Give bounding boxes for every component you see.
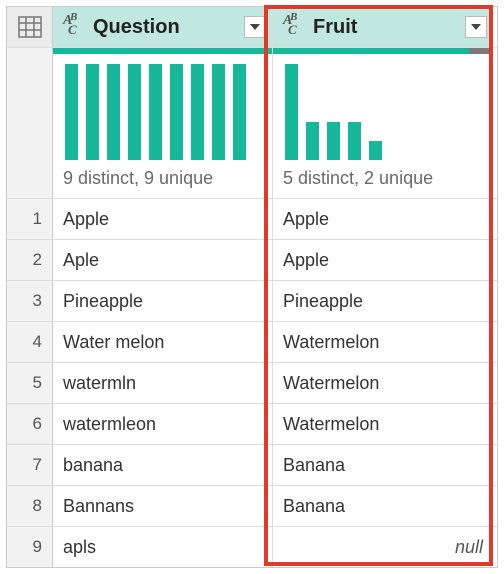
quality-bar: [273, 48, 493, 54]
cell-fruit[interactable]: Banana: [273, 445, 493, 485]
table-row[interactable]: 3PineapplePineapple: [7, 281, 497, 322]
row-number: 3: [7, 281, 53, 321]
distribution-bar: [107, 64, 120, 160]
table-row[interactable]: 7bananaBanana: [7, 445, 497, 486]
table-row[interactable]: 6watermleonWatermelon: [7, 404, 497, 445]
row-number: 8: [7, 486, 53, 526]
column-profile-fruit: 5 distinct, 2 unique: [273, 48, 493, 198]
cell-fruit[interactable]: Apple: [273, 199, 493, 239]
distribution-bar: [128, 64, 141, 160]
distribution-bar: [212, 64, 225, 160]
distribution-label: 5 distinct, 2 unique: [283, 168, 483, 189]
cell-question[interactable]: Apple: [53, 199, 273, 239]
distribution-bar: [191, 64, 204, 160]
quality-good: [53, 48, 272, 54]
distribution-bar: [233, 64, 246, 160]
quality-good: [273, 48, 469, 54]
distribution-bar: [149, 64, 162, 160]
text-type-icon: ABC: [283, 17, 305, 37]
distribution-bar: [170, 64, 183, 160]
distribution-bar: [285, 64, 298, 160]
distribution-histogram: [283, 64, 483, 160]
cell-fruit[interactable]: Banana: [273, 486, 493, 526]
cell-question[interactable]: Pineapple: [53, 281, 273, 321]
cell-fruit[interactable]: Watermelon: [273, 404, 493, 444]
header-row: ABC Question ABC Fruit: [7, 7, 497, 48]
table-row[interactable]: 8BannansBanana: [7, 486, 497, 527]
distribution-bar: [369, 141, 382, 160]
row-number-gutter: [7, 48, 53, 198]
column-header-question[interactable]: ABC Question: [53, 7, 273, 47]
table-icon: [18, 16, 42, 38]
table-row[interactable]: 4Water melonWatermelon: [7, 322, 497, 363]
distribution-bar: [65, 64, 78, 160]
table-row[interactable]: 2ApleApple: [7, 240, 497, 281]
cell-fruit[interactable]: Apple: [273, 240, 493, 280]
chevron-down-icon: [471, 24, 481, 30]
cell-fruit[interactable]: null: [273, 527, 493, 567]
quality-bar: [53, 48, 272, 54]
table-row[interactable]: 5watermlnWatermelon: [7, 363, 497, 404]
text-type-icon: ABC: [63, 17, 85, 37]
distribution-bar: [348, 122, 361, 160]
cell-question[interactable]: Water melon: [53, 322, 273, 362]
column-profile-row: 9 distinct, 9 unique 5 distinct, 2 uniqu…: [7, 48, 497, 199]
row-number: 9: [7, 527, 53, 567]
select-all-cell[interactable]: [7, 7, 53, 47]
table-row[interactable]: 9apls null: [7, 527, 497, 567]
cell-fruit[interactable]: Pineapple: [273, 281, 493, 321]
row-number: 1: [7, 199, 53, 239]
cell-fruit[interactable]: Watermelon: [273, 322, 493, 362]
cell-question[interactable]: banana: [53, 445, 273, 485]
row-number: 2: [7, 240, 53, 280]
quality-error: [469, 48, 493, 54]
row-number: 7: [7, 445, 53, 485]
data-preview-grid: ABC Question ABC Fruit: [6, 6, 498, 568]
table-row[interactable]: 1AppleApple: [7, 199, 497, 240]
distribution-bar: [327, 122, 340, 160]
null-value: null: [283, 537, 483, 558]
chevron-down-icon: [250, 24, 260, 30]
row-number: 6: [7, 404, 53, 444]
cell-question[interactable]: Bannans: [53, 486, 273, 526]
distribution-bar: [86, 64, 99, 160]
row-number: 4: [7, 322, 53, 362]
column-profile-question: 9 distinct, 9 unique: [53, 48, 273, 198]
column-header-fruit[interactable]: ABC Fruit: [273, 7, 493, 47]
cell-question[interactable]: Aple: [53, 240, 273, 280]
row-number: 5: [7, 363, 53, 403]
cell-question[interactable]: apls: [53, 527, 273, 567]
distribution-bar: [306, 122, 319, 160]
column-filter-button[interactable]: [465, 16, 487, 38]
column-header-label: Fruit: [313, 16, 357, 39]
distribution-label: 9 distinct, 9 unique: [63, 168, 262, 189]
cell-question[interactable]: watermleon: [53, 404, 273, 444]
cell-fruit[interactable]: Watermelon: [273, 363, 493, 403]
cell-question[interactable]: watermln: [53, 363, 273, 403]
column-filter-button[interactable]: [244, 16, 266, 38]
distribution-histogram: [63, 64, 262, 160]
column-header-label: Question: [93, 16, 180, 39]
